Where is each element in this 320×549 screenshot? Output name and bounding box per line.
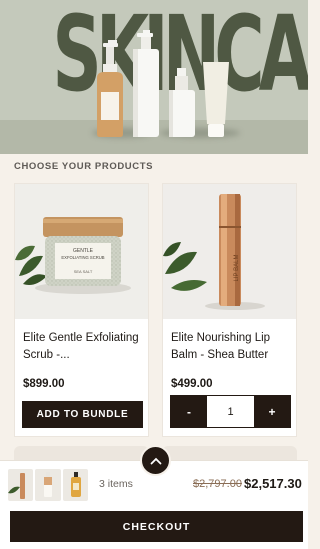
lip-balm-thumbnail xyxy=(8,473,25,499)
product-name[interactable]: Elite Nourishing Lip Balm - Shea Butter xyxy=(171,330,291,364)
jar-label-line: GENTLE xyxy=(73,248,94,254)
quantity-stepper: - 1 + xyxy=(170,395,291,428)
bundle-items-count: 3 items xyxy=(99,478,133,490)
bundle-total-price: $2,517.30 xyxy=(244,476,302,491)
pump-bottle-image xyxy=(97,40,123,137)
dropper-bottle-image xyxy=(169,68,195,137)
jar-label-line: SEA SALT xyxy=(74,269,93,274)
add-to-bundle-button[interactable]: ADD TO BUNDLE xyxy=(22,401,143,428)
original-total-price: $2,797.00 xyxy=(193,478,242,490)
cream-tube-image xyxy=(203,62,229,137)
serum-thumbnail xyxy=(70,472,81,497)
bundle-item-thumbnail[interactable] xyxy=(35,469,61,501)
quantity-value[interactable]: 1 xyxy=(207,396,254,427)
bundle-item-thumbnail[interactable] xyxy=(62,469,88,501)
bundle-item-thumbnail[interactable] xyxy=(8,469,34,501)
scrub-jar-image: GENTLE EXFOLIATING SCRUB SEA SALT xyxy=(15,184,148,319)
checkout-button[interactable]: CHECKOUT xyxy=(10,511,303,542)
product-image[interactable]: GENTLE EXFOLIATING SCRUB SEA SALT xyxy=(15,184,148,319)
jar-label-line: EXFOLIATING SCRUB xyxy=(61,255,104,260)
product-price: $499.00 xyxy=(171,378,213,390)
bottle-thumbnail xyxy=(44,472,53,497)
product-card[interactable] xyxy=(162,446,297,460)
bundle-thumbnails[interactable] xyxy=(8,469,88,501)
pump-bottle-image xyxy=(133,30,159,137)
product-card[interactable]: GENTLE EXFOLIATING SCRUB SEA SALT Elite … xyxy=(14,183,149,437)
tube-label: LIP BALM xyxy=(234,255,240,282)
chevron-up-icon xyxy=(150,457,161,464)
product-image[interactable]: LIP BALM xyxy=(163,184,296,319)
section-heading: CHOOSE YOUR PRODUCTS xyxy=(14,161,154,172)
product-price: $899.00 xyxy=(23,378,65,390)
hero-banner: SKINCARE xyxy=(0,0,308,154)
product-card[interactable] xyxy=(14,446,149,460)
increment-button[interactable]: + xyxy=(254,396,290,427)
product-card[interactable]: LIP BALM Elite Nourishing Lip Balm - She… xyxy=(162,183,297,437)
expand-bundle-button[interactable] xyxy=(140,445,171,476)
decrement-button[interactable]: - xyxy=(171,396,207,427)
product-name[interactable]: Elite Gentle Exfoliating Scrub -... xyxy=(23,330,143,364)
lip-balm-image: LIP BALM xyxy=(163,184,296,319)
